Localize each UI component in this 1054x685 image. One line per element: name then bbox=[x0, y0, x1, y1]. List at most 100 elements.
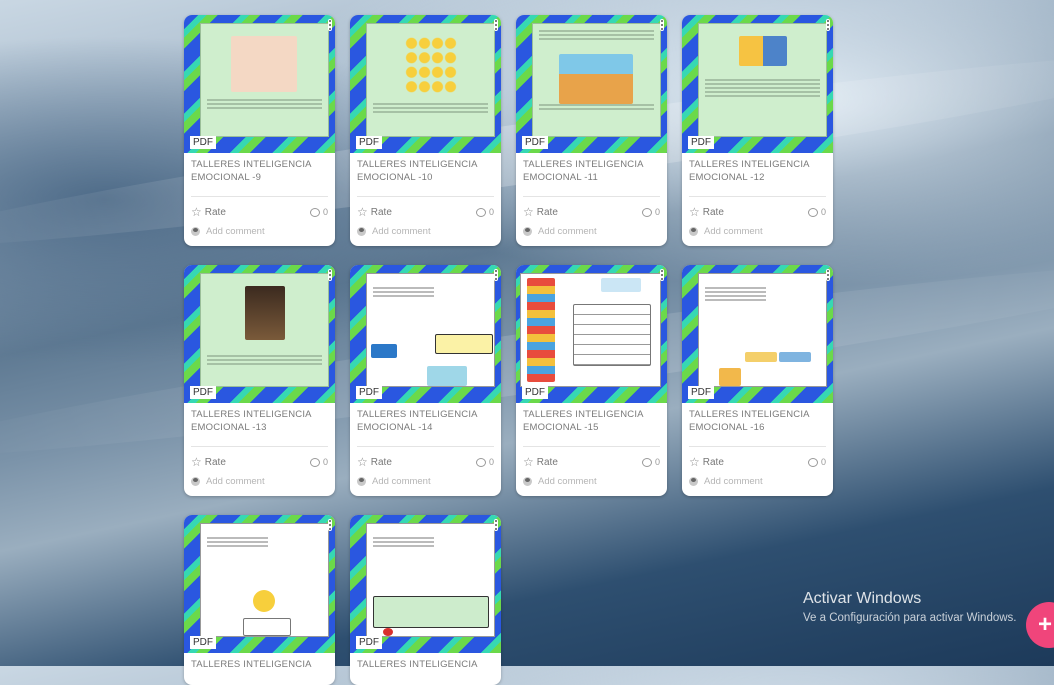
add-comment-field[interactable]: Add comment bbox=[350, 471, 501, 496]
rate-button[interactable]: ☆ Rate bbox=[523, 205, 558, 219]
post-title: TALLERES INTELIGENCIA bbox=[191, 659, 312, 670]
add-post-button[interactable]: + bbox=[1026, 602, 1054, 648]
info-box bbox=[435, 334, 493, 354]
comments-count: 0 bbox=[641, 457, 660, 467]
lines-box bbox=[243, 618, 291, 636]
comment-bubble-icon bbox=[309, 457, 320, 467]
padlet-post-card[interactable]: PDF TALLERES INTELIGENCIA EMOCIONAL -9 ☆… bbox=[184, 15, 335, 246]
comment-bubble-icon bbox=[807, 207, 818, 217]
rate-button[interactable]: ☆ Rate bbox=[689, 455, 724, 469]
question-bubble bbox=[601, 278, 641, 292]
rate-button[interactable]: ☆ Rate bbox=[357, 205, 392, 219]
pdf-thumbnail[interactable]: PDF bbox=[184, 515, 335, 653]
doc-heading-lines bbox=[699, 24, 826, 33]
illustration bbox=[427, 366, 467, 386]
doc-text-line bbox=[207, 363, 322, 365]
rate-button[interactable]: ☆ Rate bbox=[191, 455, 226, 469]
more-vertical-icon[interactable] bbox=[494, 519, 498, 531]
add-comment-field[interactable]: Add comment bbox=[516, 221, 667, 246]
comments-count-value: 0 bbox=[488, 457, 494, 467]
more-vertical-icon[interactable] bbox=[494, 269, 498, 281]
doc-text-line bbox=[373, 103, 488, 105]
doc-text-line bbox=[705, 295, 766, 297]
add-comment-placeholder: Add comment bbox=[206, 476, 265, 487]
comments-count-value: 0 bbox=[322, 457, 328, 467]
pdf-thumbnail[interactable]: PDF bbox=[350, 515, 501, 653]
doc-heading-lines bbox=[367, 274, 494, 285]
add-comment-placeholder: Add comment bbox=[372, 476, 431, 487]
doorway-illustration bbox=[245, 286, 285, 340]
rate-button[interactable]: ☆ Rate bbox=[689, 205, 724, 219]
add-comment-field[interactable]: Add comment bbox=[350, 221, 501, 246]
aspects-box-positive bbox=[745, 352, 777, 362]
padlet-post-card[interactable]: PDF TALLERES INTELIGENCIA EMOCIONAL -14 … bbox=[350, 265, 501, 496]
post-title: TALLERES INTELIGENCIA EMOCIONAL -9 bbox=[191, 159, 312, 183]
doc-text-line bbox=[373, 545, 434, 547]
rate-button[interactable]: ☆ Rate bbox=[191, 205, 226, 219]
star-outline-icon: ☆ bbox=[191, 205, 202, 219]
red-leaf-illustration bbox=[383, 628, 393, 636]
doc-text-line bbox=[539, 108, 654, 110]
document-preview bbox=[366, 23, 495, 137]
doc-text-line bbox=[373, 541, 434, 543]
pdf-thumbnail[interactable]: PDF bbox=[350, 265, 501, 403]
more-vertical-icon[interactable] bbox=[328, 19, 332, 31]
more-vertical-icon[interactable] bbox=[660, 19, 664, 31]
watermark-title: Activar Windows bbox=[803, 590, 922, 607]
hand-illustration bbox=[719, 368, 741, 386]
rate-label: Rate bbox=[536, 456, 558, 468]
pdf-thumbnail[interactable]: PDF bbox=[184, 265, 335, 403]
rate-label: Rate bbox=[536, 206, 558, 218]
doc-text-line bbox=[373, 537, 434, 539]
padlet-post-card[interactable]: PDF TALLERES INTELIGENCIA bbox=[350, 515, 501, 685]
rate-button[interactable]: ☆ Rate bbox=[357, 455, 392, 469]
rate-button[interactable]: ☆ Rate bbox=[523, 455, 558, 469]
more-vertical-icon[interactable] bbox=[826, 19, 830, 31]
comments-count-value: 0 bbox=[654, 457, 660, 467]
rate-label: Rate bbox=[702, 456, 724, 468]
document-preview bbox=[532, 23, 661, 137]
add-comment-field[interactable]: Add comment bbox=[516, 471, 667, 496]
post-title: TALLERES INTELIGENCIA EMOCIONAL -15 bbox=[523, 409, 644, 433]
pdf-badge: PDF bbox=[522, 136, 548, 149]
more-vertical-icon[interactable] bbox=[328, 519, 332, 531]
windows-activation-watermark: Activar Windows Ve a Configuración para … bbox=[803, 590, 1017, 624]
padlet-post-card[interactable]: PDF TALLERES INTELIGENCIA EMOCIONAL -13 … bbox=[184, 265, 335, 496]
padlet-post-card[interactable]: PDF TALLERES INTELIGENCIA bbox=[184, 515, 335, 685]
star-outline-icon: ☆ bbox=[191, 455, 202, 469]
document-preview bbox=[366, 523, 495, 637]
doc-text-line bbox=[705, 291, 766, 293]
doc-text-line bbox=[373, 107, 488, 109]
add-comment-field[interactable]: Add comment bbox=[184, 221, 335, 246]
padlet-post-card[interactable]: PDF TALLERES INTELIGENCIA EMOCIONAL -10 … bbox=[350, 15, 501, 246]
add-comment-field[interactable]: Add comment bbox=[184, 471, 335, 496]
padlet-post-card[interactable]: PDF TALLERES INTELIGENCIA EMOCIONAL -15 … bbox=[516, 265, 667, 496]
add-comment-placeholder: Add comment bbox=[538, 226, 597, 237]
watermark-subtitle: Ve a Configuración para activar Windows. bbox=[803, 612, 1017, 624]
more-vertical-icon[interactable] bbox=[328, 269, 332, 281]
doc-text-line bbox=[539, 38, 654, 40]
pdf-thumbnail[interactable]: PDF bbox=[350, 15, 501, 153]
comment-bubble-icon bbox=[641, 457, 652, 467]
more-vertical-icon[interactable] bbox=[660, 269, 664, 281]
pdf-thumbnail[interactable]: PDF bbox=[682, 265, 833, 403]
add-comment-placeholder: Add comment bbox=[704, 226, 763, 237]
pdf-thumbnail[interactable]: PDF bbox=[516, 15, 667, 153]
add-comment-field[interactable]: Add comment bbox=[682, 471, 833, 496]
pdf-thumbnail[interactable]: PDF bbox=[184, 15, 335, 153]
padlet-post-card[interactable]: PDF TALLERES INTELIGENCIA EMOCIONAL -11 … bbox=[516, 15, 667, 246]
more-vertical-icon[interactable] bbox=[826, 269, 830, 281]
pdf-thumbnail[interactable]: PDF bbox=[516, 265, 667, 403]
star-outline-icon: ☆ bbox=[689, 205, 700, 219]
pdf-thumbnail[interactable]: PDF bbox=[682, 15, 833, 153]
more-vertical-icon[interactable] bbox=[494, 19, 498, 31]
rate-label: Rate bbox=[370, 206, 392, 218]
children-illustration bbox=[559, 54, 633, 104]
padlet-post-card[interactable]: PDF TALLERES INTELIGENCIA EMOCIONAL -12 … bbox=[682, 15, 833, 246]
document-preview bbox=[520, 273, 661, 387]
padlet-post-card[interactable]: PDF TALLERES INTELIGENCIA EMOCIONAL -16 … bbox=[682, 265, 833, 496]
add-comment-field[interactable]: Add comment bbox=[682, 221, 833, 246]
doc-text-line bbox=[373, 111, 488, 113]
user-avatar-icon bbox=[523, 227, 532, 236]
add-comment-placeholder: Add comment bbox=[372, 226, 431, 237]
